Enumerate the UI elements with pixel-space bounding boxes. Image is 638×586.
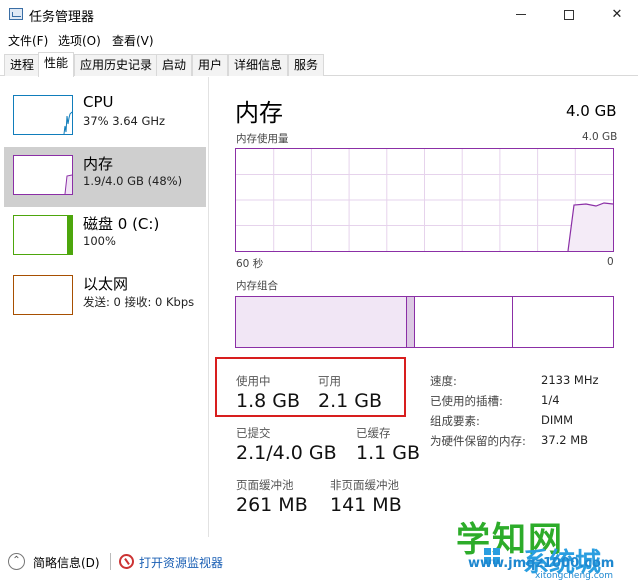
watermark-domain: xitongcheng.com [535, 571, 613, 581]
tab-app-history[interactable]: 应用历史记录 [74, 54, 159, 76]
fewer-details-link[interactable]: 简略信息(D) [33, 554, 100, 571]
usage-graph-max: 4.0 GB [582, 131, 618, 143]
sidebar-item-sub: 37% 3.64 GHz [83, 114, 166, 128]
window-title: 任务管理器 [29, 10, 95, 25]
cached-value: 1.1 GB [356, 442, 421, 464]
tab-bar: 进程 性能 应用历史记录 启动 用户 详细信息 服务 [0, 52, 638, 77]
cached-label: 已缓存 [356, 426, 391, 440]
composition-free [512, 297, 613, 347]
graph-time-left: 60 秒 [236, 258, 264, 270]
sidebar-item-ethernet[interactable]: 以太网 发送: 0 接收: 0 Kbps [4, 267, 206, 327]
resource-monitor-icon [119, 554, 134, 569]
composition-in-use [236, 297, 406, 347]
form-factor-value: DIMM [541, 413, 574, 427]
sidebar-item-label: 磁盘 0 (C:) [83, 215, 160, 233]
task-manager-app-icon [9, 8, 23, 20]
maximize-icon [564, 9, 574, 20]
tab-details[interactable]: 详细信息 [228, 54, 289, 76]
sidebar-item-cpu[interactable]: CPU 37% 3.64 GHz [4, 87, 206, 147]
memory-thumbnail-graph [13, 155, 73, 195]
close-button[interactable]: ✕ [594, 0, 638, 29]
close-icon: ✕ [611, 7, 623, 22]
sidebar-item-memory[interactable]: 内存 1.9/4.0 GB (48%) [4, 147, 206, 207]
speed-value: 2133 MHz [541, 373, 599, 387]
graph-time-right: 0 [607, 256, 614, 268]
tab-processes[interactable]: 进程 [4, 54, 41, 76]
resource-sidebar: CPU 37% 3.64 GHz 内存 1.9/4.0 GB (48%) 磁盘 … [0, 77, 209, 537]
memory-total: 4.0 GB [566, 102, 617, 120]
available-label: 可用 [318, 374, 341, 388]
memory-composition-bar [235, 296, 614, 348]
paged-pool-value: 261 MB [236, 494, 308, 516]
sidebar-item-label: 内存 [83, 155, 114, 173]
sidebar-item-label: CPU [83, 93, 114, 111]
composition-label: 内存组合 [236, 280, 278, 292]
tab-users[interactable]: 用户 [192, 54, 229, 76]
sidebar-item-label: 以太网 [83, 275, 129, 293]
nonpaged-pool-value: 141 MB [330, 494, 402, 516]
in-use-label: 使用中 [236, 374, 271, 388]
title-bar: 任务管理器 ✕ [0, 0, 638, 29]
committed-label: 已提交 [236, 426, 271, 440]
sidebar-item-sub: 100% [83, 234, 116, 248]
committed-value: 2.1/4.0 GB [236, 442, 337, 464]
form-factor-label: 组成要素: [430, 414, 480, 428]
sidebar-item-sub: 1.9/4.0 GB (48%) [83, 174, 183, 188]
available-value: 2.1 GB [318, 390, 383, 412]
cpu-thumbnail-graph [13, 95, 73, 135]
watermark-url: www.jmqz1000.com [468, 556, 615, 571]
in-use-value: 1.8 GB [236, 390, 301, 412]
usage-graph-label: 内存使用量 [236, 133, 289, 145]
menu-bar: 文件(F) 选项(O) 查看(V) [0, 29, 638, 51]
paged-pool-label: 页面缓冲池 [236, 478, 294, 492]
sidebar-item-disk[interactable]: 磁盘 0 (C:) 100% [4, 207, 206, 267]
hardware-reserved-label: 为硬件保留的内存: [430, 434, 526, 448]
minimize-icon [516, 14, 526, 15]
menu-options[interactable]: 选项(O) [58, 32, 101, 49]
memory-usage-graph [235, 148, 614, 252]
tab-startup[interactable]: 启动 [156, 54, 193, 76]
ethernet-thumbnail-graph [13, 275, 73, 315]
footer-divider [110, 553, 111, 570]
open-resource-monitor-link[interactable]: 打开资源监视器 [139, 554, 223, 571]
menu-view[interactable]: 查看(V) [112, 32, 154, 49]
speed-label: 速度: [430, 374, 457, 388]
maximize-button[interactable] [546, 0, 592, 29]
minimize-button[interactable] [498, 0, 544, 29]
slots-value: 1/4 [541, 393, 560, 407]
disk-thumbnail-graph [13, 215, 73, 255]
nonpaged-pool-label: 非页面缓冲池 [330, 478, 399, 492]
slots-label: 已使用的插槽: [430, 394, 503, 408]
tab-performance[interactable]: 性能 [38, 52, 75, 77]
composition-modified [406, 297, 414, 347]
chevron-up-icon[interactable]: ⌃ [8, 553, 25, 570]
composition-standby [414, 297, 512, 347]
menu-file[interactable]: 文件(F) [8, 32, 48, 49]
page-title: 内存 [235, 99, 283, 127]
sidebar-item-sub: 发送: 0 接收: 0 Kbps [83, 295, 195, 309]
hardware-reserved-value: 37.2 MB [541, 433, 589, 447]
tab-services[interactable]: 服务 [288, 54, 325, 76]
